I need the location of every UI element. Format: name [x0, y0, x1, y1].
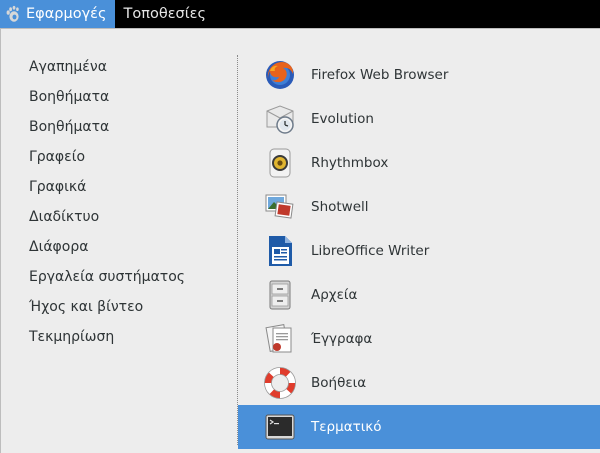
app-label: Firefox Web Browser [311, 67, 449, 83]
app-shotwell[interactable]: Shotwell [238, 185, 600, 229]
evolution-icon [264, 103, 296, 135]
app-label: Shotwell [311, 199, 369, 215]
app-label: Evolution [311, 111, 374, 127]
category-internet[interactable]: Διαδίκτυο [29, 202, 229, 232]
category-sound-video[interactable]: Ήχος και βίντεο [29, 292, 229, 322]
applications-menu-label: Εφαρμογές [26, 6, 107, 22]
app-firefox[interactable]: Firefox Web Browser [238, 53, 600, 97]
top-bar: Εφαρμογές Τοποθεσίες [0, 0, 600, 28]
category-graphics[interactable]: Γραφικά [29, 172, 229, 202]
category-system-tools[interactable]: Εργαλεία συστήματος [29, 262, 229, 292]
shotwell-icon [264, 191, 296, 223]
app-terminal[interactable]: Τερματικό [238, 405, 600, 449]
app-evolution[interactable]: Evolution [238, 97, 600, 141]
app-label: Rhythmbox [311, 155, 389, 171]
category-favorites[interactable]: Αγαπημένα [29, 52, 229, 82]
category-other[interactable]: Διάφορα [29, 232, 229, 262]
gnome-foot-icon [6, 5, 19, 22]
app-label: Έγγραφα [311, 331, 373, 347]
app-libreoffice-writer[interactable]: LibreOffice Writer [238, 229, 600, 273]
applications-menu-panel: Αγαπημένα Βοηθήματα Βοηθήματα Γραφείο Γρ… [0, 28, 600, 453]
app-label: Αρχεία [311, 287, 358, 303]
app-label: Βοήθεια [311, 375, 367, 391]
places-menu-label: Τοποθεσίες [123, 6, 206, 22]
app-help[interactable]: Βοήθεια [238, 361, 600, 405]
terminal-icon [264, 411, 296, 443]
firefox-icon [264, 59, 296, 91]
category-accessories[interactable]: Βοηθήματα [29, 82, 229, 112]
libreoffice-writer-icon [264, 235, 296, 267]
application-list: Firefox Web Browser Evolution Rhythmbox … [238, 53, 600, 449]
documents-icon [264, 323, 296, 355]
category-documentation[interactable]: Τεκμηρίωση [29, 322, 229, 352]
category-office[interactable]: Γραφείο [29, 142, 229, 172]
app-files[interactable]: Αρχεία [238, 273, 600, 317]
app-documents[interactable]: Έγγραφα [238, 317, 600, 361]
applications-menu-button[interactable]: Εφαρμογές [0, 0, 115, 28]
places-menu-button[interactable]: Τοποθεσίες [115, 0, 214, 28]
category-list: Αγαπημένα Βοηθήματα Βοηθήματα Γραφείο Γρ… [29, 52, 229, 352]
rhythmbox-icon [264, 147, 296, 179]
app-label: Τερματικό [311, 419, 382, 435]
files-icon [264, 279, 296, 311]
category-accessories-2[interactable]: Βοηθήματα [29, 112, 229, 142]
app-rhythmbox[interactable]: Rhythmbox [238, 141, 600, 185]
app-label: LibreOffice Writer [311, 243, 430, 259]
help-lifebuoy-icon [264, 367, 296, 399]
